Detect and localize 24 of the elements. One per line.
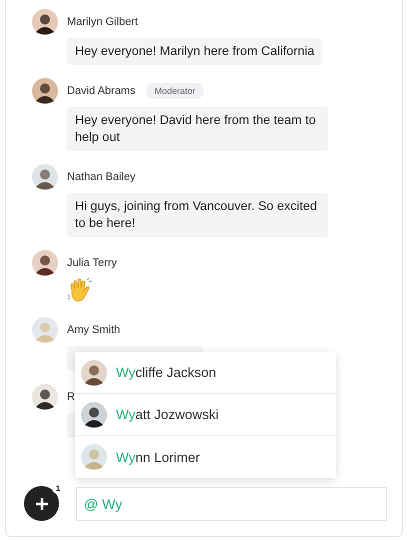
role-badge: Moderator (146, 83, 204, 99)
avatar (32, 9, 58, 35)
avatar (32, 164, 58, 190)
avatar (32, 250, 58, 276)
waving-hand-icon (67, 277, 94, 304)
author-name: David Abrams (67, 85, 136, 97)
avatar (81, 360, 107, 386)
mention-option[interactable]: Wycliffe Jackson (75, 352, 336, 394)
avatar (32, 384, 58, 410)
author-name: Amy Smith (67, 324, 120, 336)
avatar (32, 317, 58, 343)
author-name: Nathan Bailey (67, 171, 136, 183)
message-text: Hey everyone! Marilyn here from California (67, 38, 322, 65)
message-text: Hey everyone! David here from the team to help out (67, 107, 328, 151)
mention-option[interactable]: Wynn Lorimer (75, 436, 336, 478)
author-name: R (67, 391, 75, 403)
avatar (81, 402, 107, 428)
avatar (32, 78, 58, 104)
author-name: Julia Terry (67, 257, 117, 269)
plus-icon (34, 496, 48, 510)
author-name: Marilyn Gilbert (67, 16, 138, 28)
mention-option[interactable]: Wyatt Jozwowski (75, 394, 336, 436)
avatar (81, 444, 107, 470)
message-text: Hi guys, joining from Vancouver. So excited to be here! (67, 193, 328, 237)
